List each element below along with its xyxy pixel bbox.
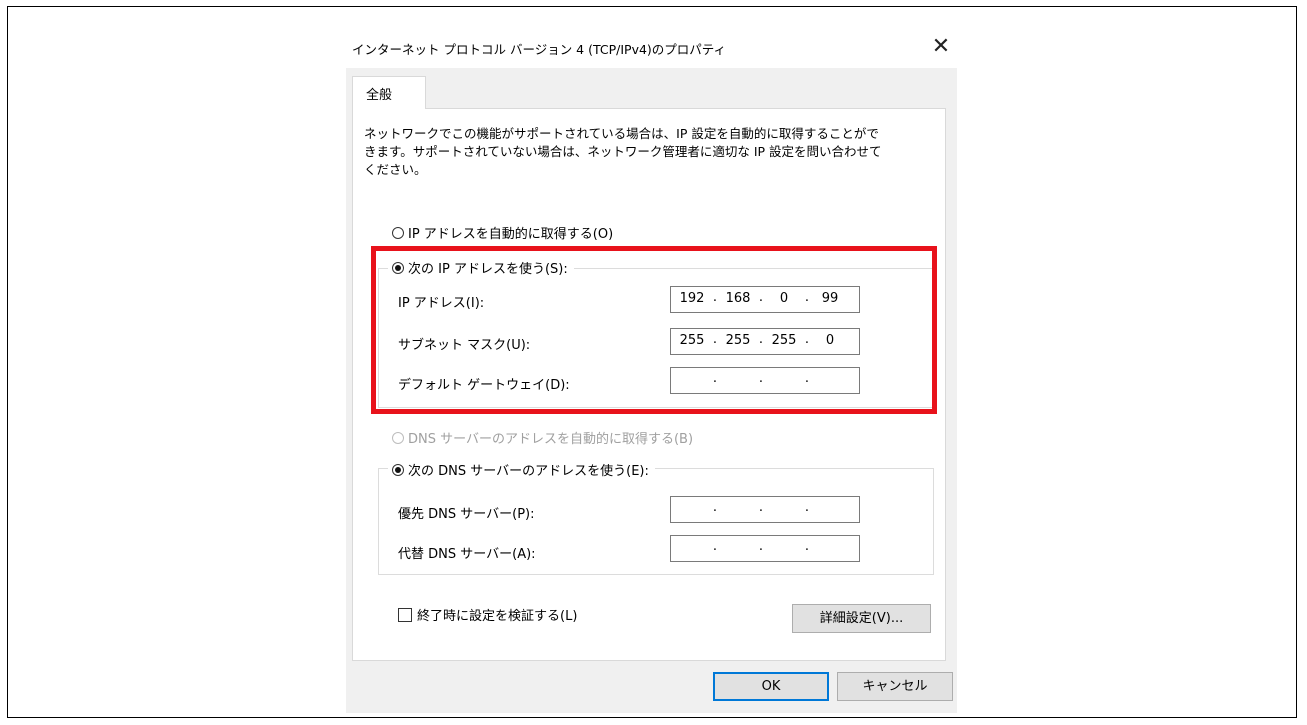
ip-dot: . (804, 500, 810, 515)
ip-dot: . (758, 290, 764, 305)
dialog-title: インターネット プロトコル バージョン 4 (TCP/IPv4)のプロパティ (352, 42, 727, 57)
ip-dot: . (758, 539, 764, 554)
preferred-dns-label: 優先 DNS サーバー(P): (398, 507, 535, 522)
alternate-dns-input[interactable]: . . . (670, 535, 860, 562)
preferred-dns-input[interactable]: . . . (670, 496, 860, 523)
ip-octet-4: 99 (821, 291, 839, 306)
ip-octet-1: 192 (679, 291, 705, 306)
subnet-octet-1: 255 (679, 333, 705, 348)
ip-octet-3: 0 (779, 291, 789, 306)
ip-dot: . (804, 371, 810, 386)
dns-manual-radio-label: 次の DNS サーバーのアドレスを使う(E): (408, 464, 649, 479)
ip-dot: . (712, 332, 718, 347)
alternate-dns-label: 代替 DNS サーバー(A): (398, 547, 536, 562)
ok-button[interactable]: OK (713, 672, 829, 701)
ip-dot: . (712, 539, 718, 554)
ip-manual-radio[interactable]: 次の IP アドレスを使う(S): (388, 258, 574, 277)
ip-dot: . (712, 500, 718, 515)
ip-dot: . (712, 290, 718, 305)
validate-checkbox-box[interactable] (398, 607, 412, 622)
ip-octet-2: 168 (725, 291, 751, 306)
dns-auto-radio: DNS サーバーのアドレスを自動的に取得する(B) (392, 428, 700, 447)
close-icon[interactable]: ✕ (930, 34, 952, 60)
subnet-octet-2: 255 (725, 333, 751, 348)
dns-manual-radio[interactable]: 次の DNS サーバーのアドレスを使う(E): (388, 460, 655, 479)
ip-dot: . (712, 371, 718, 386)
ip-manual-radio-label: 次の IP アドレスを使う(S): (408, 262, 568, 277)
ip-dot: . (758, 500, 764, 515)
ip-address-input[interactable]: 192 . 168 . 0 . 99 (670, 286, 860, 313)
dns-auto-radio-button (392, 431, 404, 444)
dns-manual-radio-button[interactable] (392, 463, 404, 476)
ip-dot: . (804, 332, 810, 347)
subnet-octet-4: 0 (825, 333, 835, 348)
subnet-mask-label: サブネット マスク(U): (398, 338, 531, 353)
title-bar: インターネット プロトコル バージョン 4 (TCP/IPv4)のプロパティ ✕ (346, 30, 957, 68)
ip-dot: . (804, 290, 810, 305)
default-gateway-input[interactable]: . . . (670, 367, 860, 394)
ip-dot: . (804, 539, 810, 554)
cancel-button[interactable]: キャンセル (837, 672, 953, 701)
advanced-button[interactable]: 詳細設定(V)... (792, 604, 931, 633)
subnet-octet-3: 255 (771, 333, 797, 348)
ip-auto-radio-label: IP アドレスを自動的に取得する(O) (408, 227, 614, 242)
ip-dot: . (758, 371, 764, 386)
ip-address-label: IP アドレス(I): (398, 296, 485, 311)
ip-manual-radio-button[interactable] (392, 261, 404, 274)
ip-auto-radio-button[interactable] (392, 226, 404, 239)
ip-auto-radio[interactable]: IP アドレスを自動的に取得する(O) (392, 223, 620, 242)
ip-dot: . (758, 332, 764, 347)
default-gateway-label: デフォルト ゲートウェイ(D): (398, 378, 570, 393)
description-text: ネットワークでこの機能がサポートされている場合は、IP 設定を自動的に取得するこ… (364, 126, 882, 177)
dns-auto-radio-label: DNS サーバーのアドレスを自動的に取得する(B) (408, 432, 694, 447)
tab-general[interactable]: 全般 (352, 76, 426, 109)
subnet-mask-input[interactable]: 255 . 255 . 255 . 0 (670, 328, 860, 355)
validate-checkbox-label: 終了時に設定を検証する(L) (417, 609, 578, 624)
tab-general-label: 全般 (366, 88, 393, 103)
validate-on-exit-checkbox[interactable]: 終了時に設定を検証する(L) (398, 605, 577, 624)
